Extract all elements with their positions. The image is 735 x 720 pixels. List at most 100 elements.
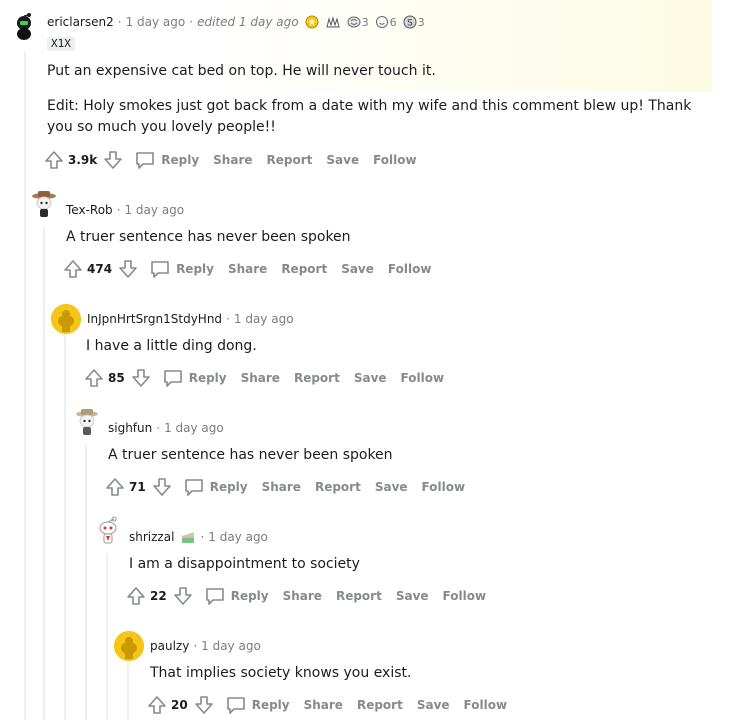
reply-button[interactable]: Reply — [226, 696, 290, 714]
report-button[interactable]: Report — [294, 371, 340, 385]
silver-award-icon[interactable]: S 3 — [403, 15, 425, 29]
snoo-cowboy-avatar-icon — [76, 409, 98, 435]
comment-actions: 3.9k Reply Share Report Save Follow — [44, 148, 417, 172]
username[interactable]: shrizzal — [129, 530, 174, 544]
downvote-button[interactable] — [118, 259, 138, 279]
report-button[interactable]: Report — [315, 480, 361, 494]
upvote-button[interactable] — [126, 586, 146, 606]
username[interactable]: paulzy — [150, 639, 189, 653]
downvote-button[interactable] — [152, 477, 172, 497]
comment-paragraph: I have a little ding dong. — [86, 338, 257, 354]
comment-paragraph: I am a disappointment to society — [129, 556, 360, 572]
upvote-button[interactable] — [147, 695, 167, 715]
reply-label: Reply — [209, 480, 248, 494]
comment-body: Put an expensive cat bed on top. He will… — [47, 61, 697, 138]
save-button[interactable]: Save — [341, 262, 374, 276]
comment-actions: 71 Reply Share Report Save Follow — [105, 475, 465, 499]
timestamp[interactable]: 1 day ago — [201, 639, 261, 653]
separator-dot: · — [200, 530, 205, 544]
downvote-button[interactable] — [194, 695, 214, 715]
share-button[interactable]: Share — [228, 262, 267, 276]
avatar[interactable] — [9, 10, 39, 40]
downvote-button[interactable] — [103, 150, 123, 170]
comment-body: A truer sentence has never been spoken — [66, 227, 351, 248]
save-button[interactable]: Save — [354, 371, 387, 385]
cheer-award-icon[interactable]: 6 — [375, 15, 397, 29]
follow-button[interactable]: Follow — [388, 262, 432, 276]
comment-bubble-icon — [226, 697, 245, 714]
reply-button[interactable]: Reply — [150, 260, 214, 278]
vote-score: 22 — [150, 589, 167, 603]
timestamp[interactable]: 1 day ago — [126, 15, 186, 29]
share-button[interactable]: Share — [304, 698, 343, 712]
comment-meta: InJpnHrtSrgn1StdyHnd · 1 day ago — [87, 312, 294, 326]
username[interactable]: ericlarsen2 — [47, 15, 114, 29]
username[interactable]: InJpnHrtSrgn1StdyHnd — [87, 312, 222, 326]
snoo-cowboy-avatar-icon — [32, 191, 56, 217]
reply-button[interactable]: Reply — [184, 478, 248, 496]
timestamp[interactable]: 1 day ago — [234, 312, 294, 326]
report-button[interactable]: Report — [357, 698, 403, 712]
save-button[interactable]: Save — [375, 480, 408, 494]
comment-meta: ericlarsen2 · 1 day ago · edited 1 day a… — [47, 15, 425, 29]
follow-button[interactable]: Follow — [401, 371, 445, 385]
separator-dot: · — [156, 421, 161, 435]
follow-button[interactable]: Follow — [422, 480, 466, 494]
avatar[interactable] — [51, 304, 81, 334]
thread-line[interactable] — [24, 52, 26, 720]
share-button[interactable]: Share — [241, 371, 280, 385]
report-button[interactable]: Report — [336, 589, 382, 603]
reply-button[interactable]: Reply — [163, 369, 227, 387]
avatar[interactable] — [114, 631, 144, 661]
share-button[interactable]: Share — [213, 153, 252, 167]
downvote-button[interactable] — [173, 586, 193, 606]
comment-actions: 474 Reply Share Report Save Follow — [63, 257, 431, 281]
follow-button[interactable]: Follow — [443, 589, 487, 603]
gold-award-icon[interactable] — [305, 15, 319, 29]
comment-meta: sighfun · 1 day ago — [108, 421, 224, 435]
timestamp[interactable]: 1 day ago — [164, 421, 224, 435]
report-button[interactable]: Report — [267, 153, 313, 167]
upvote-button[interactable] — [44, 150, 64, 170]
avatar[interactable] — [29, 188, 59, 218]
share-button[interactable]: Share — [283, 589, 322, 603]
thread-line[interactable] — [106, 553, 108, 720]
username[interactable]: Tex-Rob — [66, 203, 113, 217]
upvote-icon — [106, 478, 124, 496]
save-button[interactable]: Save — [326, 153, 359, 167]
save-button[interactable]: Save — [396, 589, 429, 603]
upvote-button[interactable] — [63, 259, 83, 279]
follow-button[interactable]: Follow — [464, 698, 508, 712]
timestamp[interactable]: 1 day ago — [208, 530, 268, 544]
avatar[interactable] — [93, 515, 123, 545]
thread-line[interactable] — [85, 444, 87, 720]
reply-button[interactable]: Reply — [205, 587, 269, 605]
follow-button[interactable]: Follow — [373, 153, 417, 167]
thread-line[interactable] — [43, 226, 45, 720]
avatar[interactable] — [72, 406, 102, 436]
downvote-button[interactable] — [131, 368, 151, 388]
report-button[interactable]: Report — [281, 262, 327, 276]
hands-award-icon[interactable] — [325, 15, 341, 29]
comment-actions: 85 Reply Share Report Save Follow — [84, 366, 444, 390]
upvote-button[interactable] — [84, 368, 104, 388]
vote-score: 3.9k — [68, 153, 98, 167]
vote-score: 85 — [108, 371, 125, 385]
share-button[interactable]: Share — [262, 480, 301, 494]
award-count: 6 — [389, 15, 397, 29]
cake-day-icon — [180, 530, 196, 544]
award-count: 3 — [417, 15, 425, 29]
thread-line[interactable] — [127, 662, 129, 720]
downvote-icon — [194, 696, 213, 714]
reply-button[interactable]: Reply — [135, 151, 199, 169]
comment-meta: paulzy · 1 day ago — [150, 639, 261, 653]
comment-paragraph: Put an expensive cat bed on top. He will… — [47, 63, 436, 79]
upvote-button[interactable] — [105, 477, 125, 497]
save-button[interactable]: Save — [417, 698, 450, 712]
thread-line[interactable] — [64, 335, 66, 720]
brain-award-icon[interactable]: 3 — [347, 15, 369, 29]
comment-body: That implies society knows you exist. — [150, 663, 411, 684]
timestamp[interactable]: 1 day ago — [124, 203, 184, 217]
comment-paragraph: Edit: Holy smokes just got back from a d… — [47, 98, 692, 135]
username[interactable]: sighfun — [108, 421, 152, 435]
